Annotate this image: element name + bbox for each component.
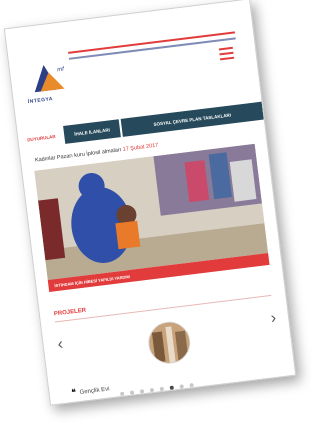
projects-divider [54, 294, 272, 323]
tab-ihale-ilanlari[interactable]: İHALE İLANLARI [63, 119, 121, 144]
svg-text:mf: mf [57, 66, 66, 73]
site-header: mf İNTEGYA [5, 0, 258, 105]
project-label: Gençlik Evi [79, 386, 110, 396]
carousel-dot[interactable] [179, 384, 184, 389]
carousel-dot[interactable] [159, 386, 165, 392]
tab-duyurular[interactable]: DUYURULAR [17, 126, 66, 150]
projects-title: PROJELER [53, 307, 87, 318]
quote-icon: ❝ [71, 387, 77, 397]
chevron-left-icon[interactable]: ‹ [57, 336, 64, 354]
carousel-dot[interactable] [189, 383, 194, 388]
project-avatar[interactable] [145, 319, 193, 367]
carousel-dot[interactable] [139, 389, 145, 394]
mobile-page: mf İNTEGYA DUYURULAR İHALE İLANLARI SOSY… [3, 0, 297, 406]
logo-text: İNTEGYA [27, 96, 54, 106]
menu-bar [218, 46, 233, 51]
project-item[interactable]: ❝ Gençlik Evi [71, 383, 110, 397]
carousel-dot[interactable] [119, 391, 125, 397]
screenshot-stage: mf İNTEGYA DUYURULAR İHALE İLANLARI SOSY… [0, 0, 313, 437]
chevron-right-icon[interactable]: › [270, 310, 277, 328]
menu-bar [220, 56, 235, 61]
header-red-line [68, 31, 236, 54]
project-avatar-image [147, 320, 192, 365]
carousel-dot[interactable] [169, 385, 175, 390]
logo-icon[interactable]: mf [27, 58, 73, 97]
news-date: 17 Şubat 2017 [122, 142, 159, 153]
hamburger-icon[interactable] [218, 46, 235, 64]
carousel-dot[interactable] [129, 390, 135, 395]
carousel-dots [119, 383, 194, 397]
menu-bar [219, 51, 234, 56]
carousel-dot[interactable] [149, 387, 155, 393]
tab-sosyal-cevre[interactable]: SOSYAL ÇEVRE PLAN TASLAKLARI [120, 101, 264, 137]
tab-bar: DUYURULAR İHALE İLANLARI SOSYAL ÇEVRE PL… [17, 101, 264, 150]
